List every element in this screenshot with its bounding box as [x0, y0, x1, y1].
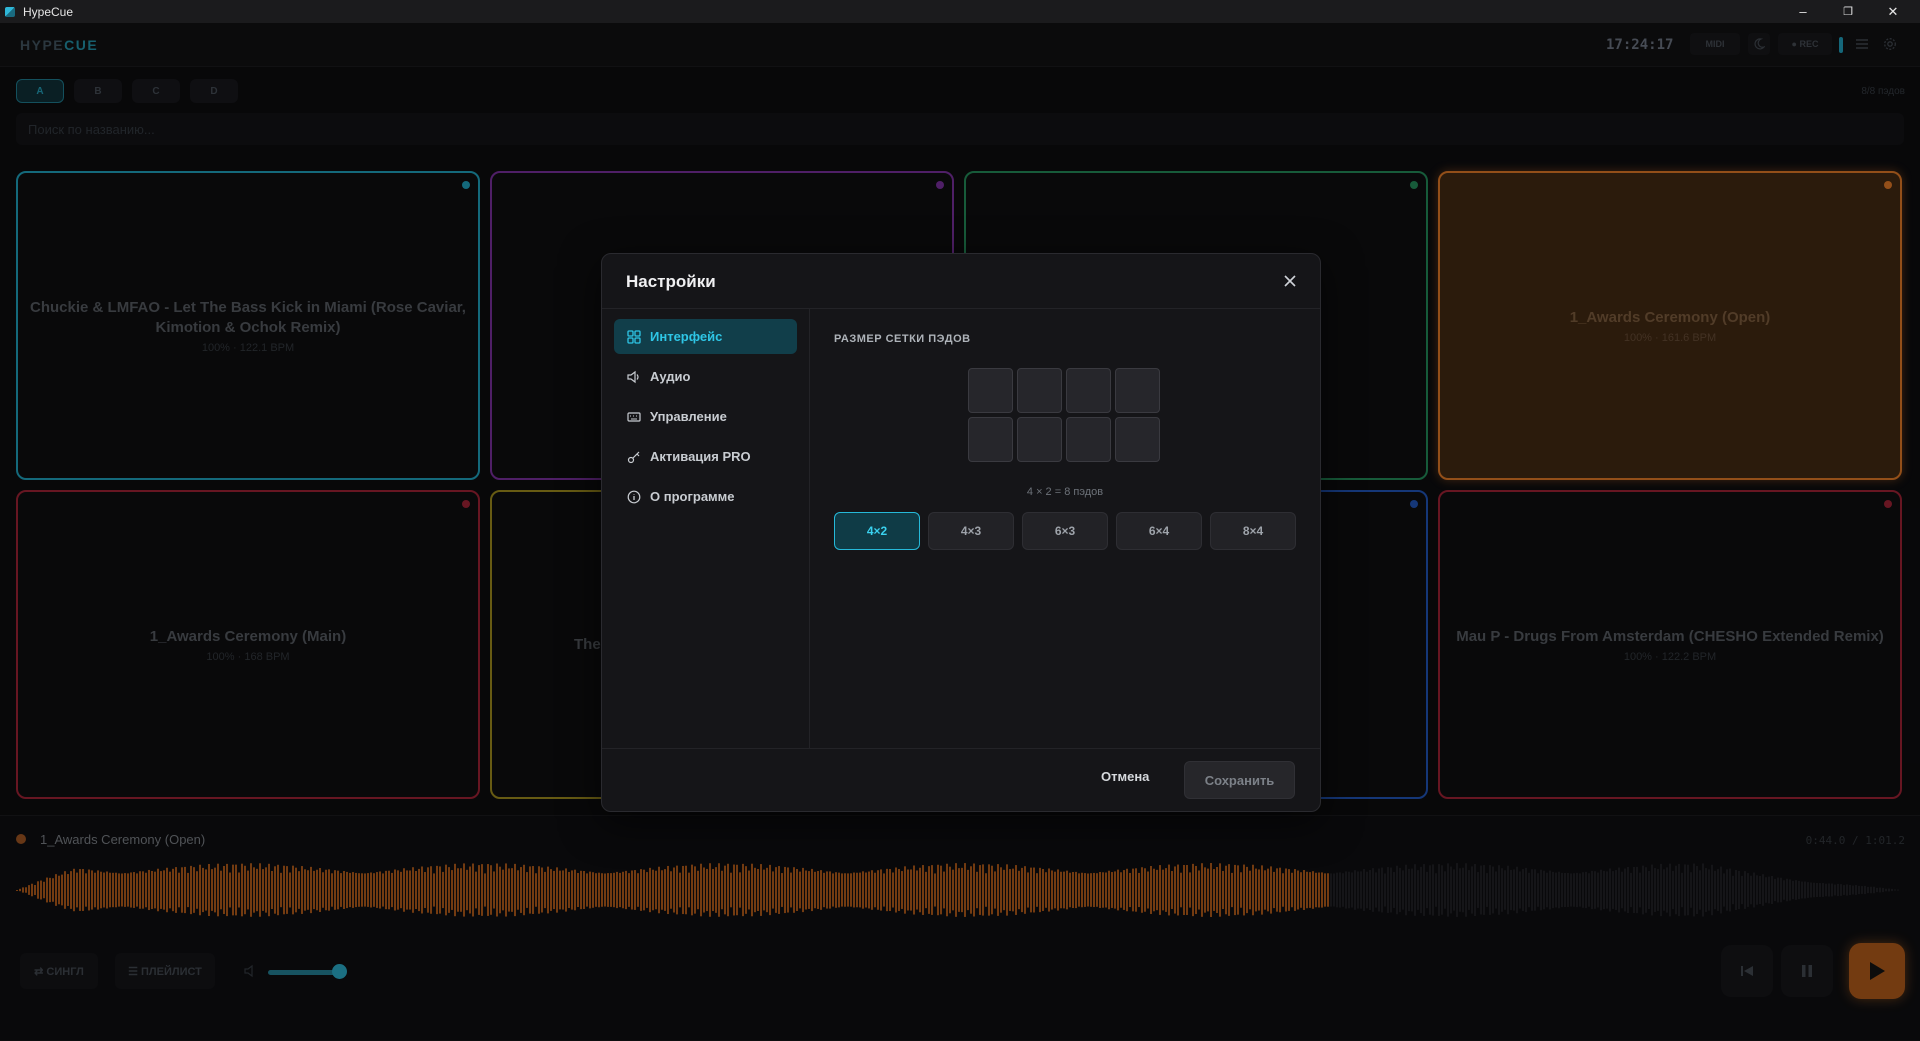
nav-item-audio[interactable]: Аудио: [614, 359, 797, 394]
grid-preview-cell: [968, 417, 1013, 462]
settings-nav: Интерфейс Аудио Управление Активация PRO…: [602, 309, 810, 748]
app-icon: [5, 6, 15, 17]
size-option-8x4[interactable]: 8×4: [1210, 512, 1296, 550]
grid-preview-cell: [1017, 368, 1062, 413]
grid-preview-cell: [968, 368, 1013, 413]
nav-item-label: Управление: [650, 409, 727, 424]
settings-dialog: Настройки Интерфейс Аудио Управление Акт…: [601, 253, 1321, 812]
speaker-icon: [626, 369, 642, 385]
dialog-header: Настройки: [602, 254, 1320, 309]
size-option-4x3[interactable]: 4×3: [928, 512, 1014, 550]
save-button[interactable]: Сохранить: [1184, 761, 1295, 799]
grid-caption: 4 × 2 = 8 пэдов: [1026, 486, 1104, 498]
dialog-close-button[interactable]: [1280, 271, 1300, 291]
nav-item-label: Активация PRO: [650, 449, 751, 464]
info-icon: [626, 489, 642, 505]
nav-item-about[interactable]: О программе: [614, 479, 797, 514]
window-titlebar: HypeCue – ❐ ✕: [0, 0, 1920, 23]
nav-item-label: Аудио: [650, 369, 691, 384]
grid-preview-cell: [1066, 368, 1111, 413]
grid-preview-cell: [1017, 417, 1062, 462]
size-option-4x2[interactable]: 4×2: [834, 512, 920, 550]
dialog-title: Настройки: [626, 272, 716, 291]
nav-item-label: О программе: [650, 489, 735, 504]
section-label: РАЗМЕР СЕТКИ ПЭДОВ: [834, 333, 971, 345]
grid-preview-cell: [1066, 417, 1111, 462]
key-icon: [626, 449, 642, 465]
nav-item-interface[interactable]: Интерфейс: [614, 319, 797, 354]
size-option-6x3[interactable]: 6×3: [1022, 512, 1108, 550]
close-icon: [1284, 275, 1296, 287]
grid-icon: [626, 329, 642, 345]
size-option-6x4[interactable]: 6×4: [1116, 512, 1202, 550]
grid-preview-cell: [1115, 368, 1160, 413]
restore-button[interactable]: ❐: [1826, 0, 1870, 23]
nav-item-activation[interactable]: Активация PRO: [614, 439, 797, 474]
close-window-button[interactable]: ✕: [1871, 0, 1915, 23]
dialog-footer: Отмена Сохранить: [602, 748, 1320, 812]
nav-item-label: Интерфейс: [650, 329, 723, 344]
nav-item-controls[interactable]: Управление: [614, 399, 797, 434]
grid-preview-cell: [1115, 417, 1160, 462]
keyboard-icon: [626, 409, 642, 425]
minimize-button[interactable]: –: [1781, 0, 1825, 23]
window-title: HypeCue: [23, 4, 74, 19]
grid-preview: [968, 368, 1160, 462]
cancel-button[interactable]: Отмена: [1101, 769, 1149, 784]
